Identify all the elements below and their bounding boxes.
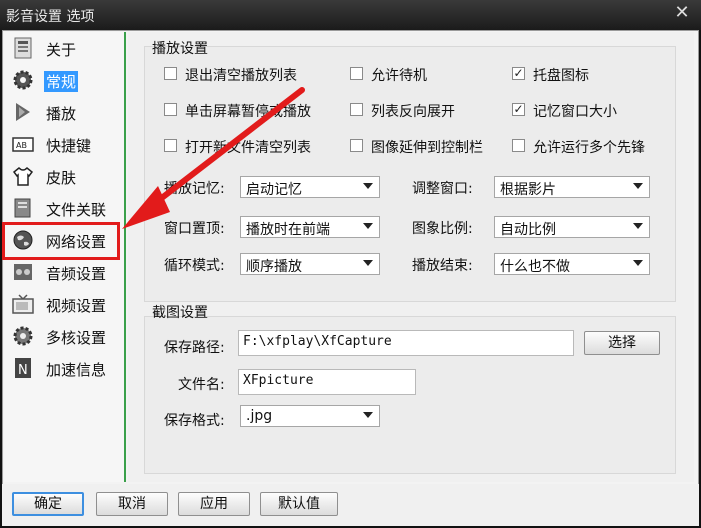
annotation-arrow [122, 87, 305, 229]
